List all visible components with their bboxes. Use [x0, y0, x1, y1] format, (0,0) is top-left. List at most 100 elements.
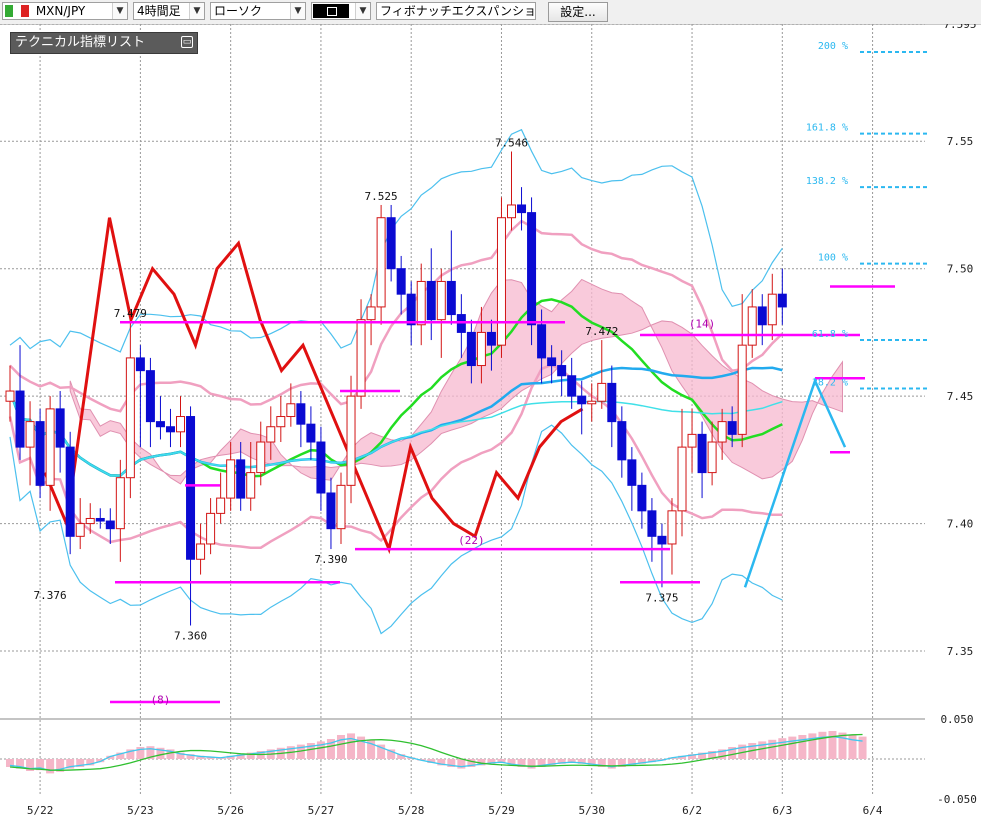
timeframe-select[interactable]: 4時間足 ▼	[133, 2, 205, 20]
candle-body	[366, 306, 376, 321]
x-tick-label: 5/22	[27, 804, 54, 817]
price-annotation: 7.390	[314, 553, 347, 566]
candle-body	[85, 517, 95, 525]
candle-body	[737, 344, 747, 435]
y-tick-label: 7.40	[947, 518, 974, 531]
candle-body	[527, 212, 537, 326]
oscillator-bar	[838, 732, 847, 759]
chevron-down-icon[interactable]: ▼	[189, 3, 204, 19]
candle-body	[426, 280, 436, 321]
flag-icon	[5, 5, 29, 17]
candle-body	[95, 517, 105, 522]
currency-pair-select[interactable]: MXN/JPY ▼	[2, 2, 128, 20]
oscillator-bar	[778, 738, 787, 759]
x-tick-label: 5/29	[488, 804, 515, 817]
candle-body	[717, 421, 727, 443]
x-tick-label: 5/27	[308, 804, 335, 817]
candle-body	[316, 441, 326, 494]
x-tick-label: 5/30	[578, 804, 605, 817]
settings-button[interactable]: 設定...	[548, 2, 608, 22]
candle-body	[486, 331, 496, 346]
chart-type-select[interactable]: ローソク ▼	[210, 2, 306, 20]
indicator-lines	[8, 128, 784, 635]
oscillator-bar	[788, 736, 797, 759]
minimize-icon[interactable]: ▭	[181, 36, 193, 48]
oscillator-bar	[347, 733, 356, 759]
price-annotation: 7.546	[495, 136, 528, 149]
candle-body	[115, 477, 125, 530]
candle-body	[15, 390, 25, 448]
oscillator-panel: 0.050 -0.050	[0, 713, 977, 806]
y-tick-label: 7.595	[943, 24, 976, 31]
candle-body	[677, 446, 687, 512]
price-chart[interactable]: 200 % 161.8 % 138.2 % 100 % 61.8 % 38.2 % 7.4…	[0, 24, 981, 819]
candle-body	[25, 421, 35, 448]
candle-body	[767, 293, 777, 326]
candle-body	[206, 512, 216, 545]
line-style-icon	[313, 4, 349, 18]
fibonacci-level-label: 138.2 %	[806, 176, 848, 187]
price-annotation: (14)	[689, 317, 716, 330]
candle-body	[386, 217, 396, 270]
oscillator-bar	[828, 731, 837, 759]
candle-body	[326, 492, 336, 530]
candle-body	[597, 382, 607, 402]
candle-body	[135, 357, 145, 372]
chevron-down-icon[interactable]: ▼	[112, 3, 127, 19]
oscillator-bar	[848, 735, 857, 759]
candle-body	[476, 331, 486, 367]
line-style-select[interactable]: ▼	[311, 2, 371, 20]
y-tick-label: 7.50	[947, 263, 974, 276]
candle-body	[456, 314, 466, 333]
chevron-down-icon[interactable]: ▼	[355, 3, 370, 19]
candle-body	[507, 204, 516, 219]
candle-body	[145, 370, 155, 423]
candle-body	[65, 446, 75, 537]
candle-body	[667, 510, 677, 545]
candle-body	[35, 421, 45, 486]
candle-body	[125, 357, 135, 479]
candle-body	[416, 280, 426, 326]
fibonacci-level-label: 200 %	[818, 41, 848, 52]
y-tick-label: 7.35	[947, 645, 974, 658]
candle-body	[105, 520, 115, 530]
candle-body	[196, 543, 206, 560]
candle-body	[256, 441, 266, 474]
candle-body	[176, 416, 186, 433]
oscillator-bar	[858, 736, 867, 759]
candle-body	[687, 433, 697, 448]
candle-body	[517, 204, 527, 214]
candle-body	[296, 403, 306, 425]
indicator-list-panel[interactable]: テクニカル指標リスト ▭	[10, 32, 198, 54]
candle-body	[757, 306, 767, 326]
candle-body	[406, 293, 416, 326]
oscillator-tick-label: -0.050	[937, 793, 977, 806]
candle-body	[236, 459, 246, 499]
candle-body	[286, 403, 296, 418]
candle-body	[537, 324, 547, 359]
chevron-down-icon[interactable]: ▼	[290, 3, 305, 19]
candle-body	[186, 416, 196, 560]
candle-body	[155, 421, 165, 428]
candle-body	[697, 433, 707, 474]
candle-body	[336, 484, 346, 530]
x-tick-label: 6/4	[863, 804, 883, 817]
candle-body	[276, 416, 286, 428]
x-tick-label: 6/3	[772, 804, 792, 817]
indicator-list-title: テクニカル指標リスト	[15, 35, 146, 50]
price-annotation: 7.376	[34, 589, 67, 602]
candle-body	[657, 535, 667, 545]
drawing-tool-select[interactable]: フィボナッチエクスパンション	[376, 2, 536, 20]
oscillator-bar	[336, 735, 345, 759]
candle-body	[567, 375, 577, 397]
oscillator-bar	[46, 759, 55, 774]
candle-body	[587, 400, 597, 405]
candle-body	[396, 268, 406, 295]
candle-body	[727, 421, 737, 435]
candle-body	[266, 426, 276, 443]
candle-body	[45, 408, 55, 486]
price-annotation: 7.375	[645, 591, 678, 604]
y-tick-label: 7.45	[947, 390, 974, 403]
candle-body	[637, 484, 647, 512]
candle-body	[466, 331, 476, 367]
